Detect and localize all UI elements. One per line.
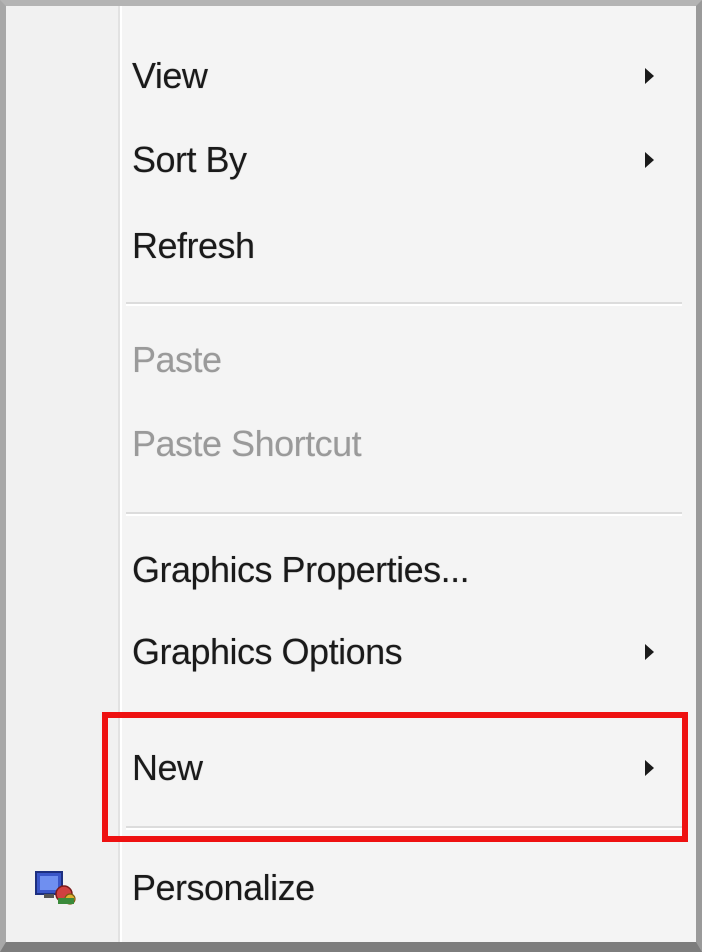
menu-separator (126, 826, 682, 830)
menu-item-paste-shortcut: Paste Shortcut (6, 404, 696, 484)
desktop-context-menu: View Sort By Refresh Paste Paste Shortcu… (0, 0, 702, 952)
menu-item-label: Personalize (132, 867, 315, 908)
menu-item-refresh[interactable]: Refresh (6, 206, 696, 286)
menu-item-paste: Paste (6, 320, 696, 400)
menu-item-view[interactable]: View (6, 36, 696, 116)
menu-item-graphics-properties[interactable]: Graphics Properties... (6, 530, 696, 610)
menu-item-sort-by[interactable]: Sort By (6, 120, 696, 200)
menu-item-graphics-options[interactable]: Graphics Options (6, 612, 696, 692)
menu-item-label: Graphics Properties... (132, 549, 470, 590)
menu-item-label: View (132, 55, 208, 96)
submenu-arrow-icon (645, 68, 654, 84)
menu-separator (126, 512, 682, 516)
menu-item-label: Paste (132, 339, 222, 380)
submenu-arrow-icon (645, 644, 654, 660)
menu-item-label: New (132, 747, 203, 788)
submenu-arrow-icon (645, 152, 654, 168)
menu-item-label: Refresh (132, 225, 255, 266)
menu-item-personalize[interactable]: Personalize (6, 848, 696, 928)
personalize-icon (35, 871, 76, 905)
menu-item-label: Paste Shortcut (132, 423, 362, 464)
menu-item-label: Sort By (132, 139, 247, 180)
menu-item-label: Graphics Options (132, 631, 403, 672)
menu-separator (126, 302, 682, 306)
submenu-arrow-icon (645, 760, 654, 776)
menu-item-new[interactable]: New (6, 728, 696, 808)
